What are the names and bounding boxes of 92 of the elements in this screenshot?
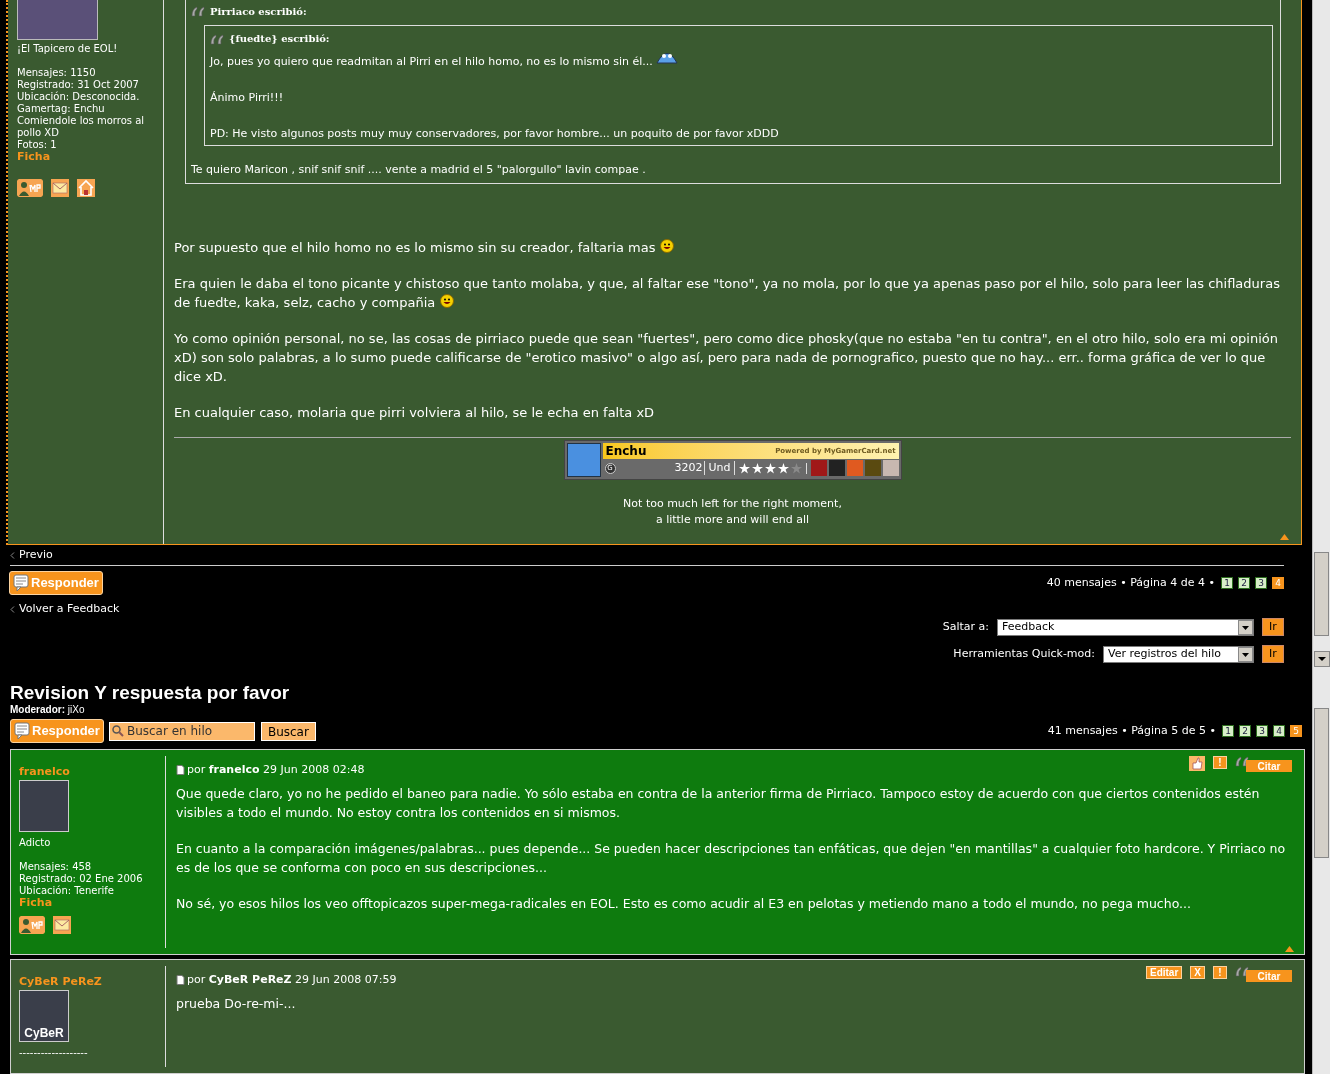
star-icon (790, 462, 802, 474)
game-tile (882, 460, 899, 476)
page-link[interactable]: 2 (1238, 577, 1250, 589)
scrollbar[interactable] (1312, 668, 1330, 1074)
star-icon (764, 462, 776, 474)
email-icon[interactable] (51, 179, 69, 197)
quote-text: Ánimo Pirri!!! (210, 90, 285, 106)
quote-icon (1235, 756, 1251, 767)
profile-detail: Comiendole los morros al pollo XD (17, 115, 146, 139)
post-byline: por CyBeR PeReZ 29 Jun 2008 07:59 (187, 972, 397, 988)
game-tile (828, 460, 845, 476)
star-icon (751, 462, 763, 474)
back-to-top-icon[interactable] (1280, 534, 1289, 540)
thread-title: Revision Y respuesta por favor (10, 682, 291, 704)
profile-detail: Ubicación: Tenerife (19, 885, 115, 897)
private-message-icon[interactable] (17, 179, 43, 197)
back-to-top-icon[interactable] (1285, 946, 1294, 952)
post-icon (13, 574, 29, 592)
chevron-left-icon (10, 605, 15, 613)
search-icon (110, 723, 125, 738)
post-byline: por franelco 29 Jun 2008 02:48 (187, 762, 365, 778)
post-text: Por supuesto que el hilo homo no es lo mismo sin su creador, faltaria mas (174, 238, 1291, 257)
quote-text: Jo, pues yo quiero que readmitan al Pirri en el hilo homo, no es lo mismo sin él... (210, 50, 1267, 71)
scroll-down-icon[interactable] (1313, 651, 1330, 667)
gamertag: Enchu (605, 444, 647, 458)
game-tile (810, 460, 827, 476)
profile-detail: Ubicación: Desconocida. (17, 91, 141, 103)
scrollbar[interactable] (1312, 0, 1330, 668)
quote-icon (210, 33, 226, 45)
quote-author: Pirriaco escribió: (191, 2, 1275, 21)
creature-emoticon-icon (655, 50, 678, 64)
game-tile (846, 460, 863, 476)
quote-text: PD: He visto algunos posts muy muy conservadores, por favor hombre... un poquito de por favor xDDD (210, 126, 780, 142)
user-rank: Adicto (19, 837, 52, 849)
document-icon (176, 765, 185, 776)
email-icon[interactable] (53, 916, 71, 934)
dropdown[interactable]: Ver registros del hilo (1103, 645, 1254, 663)
quote-icon (1235, 966, 1251, 977)
star-icon (777, 462, 789, 474)
post-text: Que quede claro, yo no he pedido el baneo para nadie. Yo sólo estaba en contra de la anterior firma de Pirriaco. Tampoco estoy de acuerdo con que ciertos contenidos estén visibles a todo el mundo. No estoy contra los contenidos en si mismos. (176, 785, 1261, 822)
search-field[interactable]: Buscar en hilo (108, 721, 255, 741)
post-text: No sé, yo esos hilos los veo offtopicazos super-mega-radicales en EOL. Esto es como acudir al E3 en pelotas y metiendo mano a todo el mundo, no pega mucho... (176, 895, 1192, 913)
previous-link[interactable]: Previo (19, 548, 53, 562)
avatar-caption: CyBeR (24, 1025, 64, 1041)
quote-icon (191, 6, 207, 17)
home-icon[interactable] (77, 179, 95, 197)
page-link[interactable]: 1 (1222, 725, 1234, 737)
post-text: prueba Do-re-mi-... (176, 995, 297, 1013)
thread-summary: 41 mensajes • Página 5 de 5 • (1047, 722, 1216, 739)
gamer-zone: Und (705, 461, 735, 475)
profile-detail: Gamertag: Enchu (17, 103, 106, 115)
profile-detail: Mensajes: 458 (19, 861, 93, 873)
quote-author: {fuedte} escribió: (210, 30, 1267, 48)
post-text: Era quien le daba el tono picante y chistoso que tanto molaba, y que, al faltar ese "tono", ya no mola, por lo que ya apenas paso por el hilo, solo para leer las chifladuras de fuedte, kaka, selz, cacho y compañia (174, 275, 1281, 312)
page-link[interactable]: 1 (1221, 577, 1233, 589)
document-icon (176, 975, 185, 986)
thread-summary: 40 mensajes • Página 4 de 4 • (1046, 574, 1215, 591)
gamer-avatar (566, 443, 601, 477)
page-link[interactable]: 3 (1256, 725, 1268, 737)
quote-text: Te quiero Maricon , snif snif snif .... vente a madrid el 5 "palorgullo" lavin compae . (191, 162, 647, 178)
post-icon (14, 722, 30, 740)
search-button[interactable]: Buscar (260, 721, 316, 741)
dropdown[interactable]: Feedback (997, 618, 1254, 636)
chevron-left-icon (10, 551, 15, 559)
quickmod-label: Herramientas Quick-mod: (953, 645, 1095, 662)
moderator-text: Moderador: jiXo (10, 704, 86, 716)
scrollbar-thumb[interactable] (1314, 552, 1329, 636)
gamerscore: 3202 (643, 461, 706, 475)
profile-detail: Mensajes: 1150 (17, 67, 97, 79)
user-rank: ------------------- (19, 1047, 89, 1059)
page-link[interactable]: 4 (1273, 725, 1285, 737)
signature-text: Not too much left for the right moment, (623, 496, 842, 512)
back-link[interactable]: Volver a Feedback (19, 602, 120, 616)
profile-detail: Fotos: 1 (17, 139, 58, 151)
profile-detail: Registrado: 31 Oct 2007 (17, 79, 140, 91)
page-link[interactable]: 3 (1255, 577, 1267, 589)
signature-text: a little more and will end all (655, 512, 810, 528)
thumbs-up-icon[interactable] (1189, 756, 1205, 771)
go-button[interactable]: Ir (1262, 645, 1284, 663)
post-text: En cualquier caso, molaria que pirri volviera al hilo, se le echa en falta xD (174, 404, 656, 422)
avatar-image (19, 780, 69, 832)
jump-label: Saltar a: (942, 618, 989, 635)
post-text: Yo como opinión personal, no se, las cosas de pirriaco puede que sean "fuertes", pero como dice phosky(que no estaba "en tu contra", en el otro hilo, solo era mi opinión xD) son solo palabras, a lo sumo puede calificarse de "erotico masivo" o algo así, pero para nada de pornografico, puesto que no hay... err.. forma gráfica de ver lo que dice xD. (174, 330, 1279, 386)
profile-detail: Registrado: 02 Ene 2006 (19, 873, 144, 885)
go-button[interactable]: Ir (1262, 618, 1284, 636)
private-message-icon[interactable] (19, 916, 45, 934)
user-rank: ¡El Tapicero de EOL! (17, 43, 119, 55)
post-text: En cuanto a la comparación imágenes/palabras... pues depende... Se pueden hacer descripciones tan enfáticas, que dejen "en mantillas" a cualquier foto hardcore. Y Pirriaco no es de los que se conforma con poco en sus descripciones... (176, 840, 1287, 877)
game-tile (864, 460, 881, 476)
star-icon (738, 462, 750, 474)
page-link[interactable]: 2 (1239, 725, 1251, 737)
scrollbar-thumb[interactable] (1314, 708, 1329, 858)
